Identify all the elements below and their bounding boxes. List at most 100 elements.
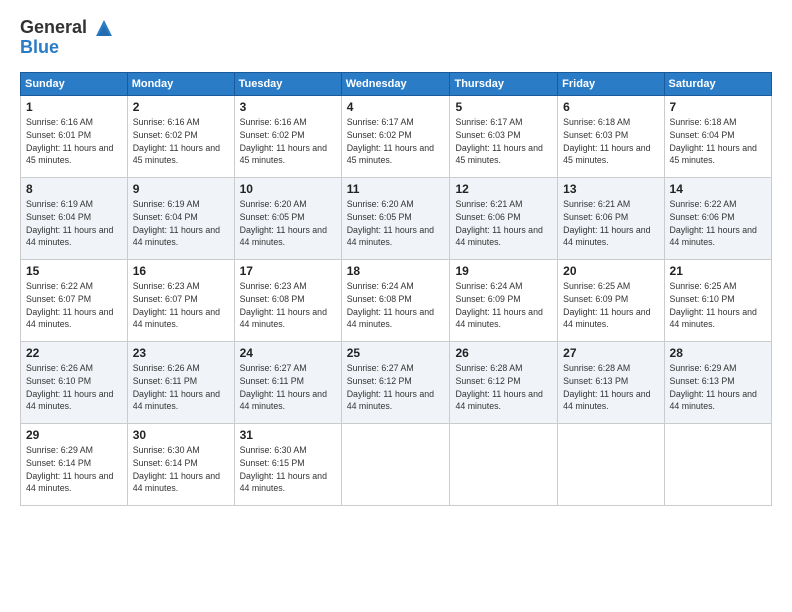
calendar-cell: 24 Sunrise: 6:27 AMSunset: 6:11 PMDayligh… — [234, 342, 341, 424]
day-info: Sunrise: 6:16 AMSunset: 6:02 PMDaylight:… — [240, 116, 336, 167]
calendar-cell — [558, 424, 664, 506]
logo-blue: Blue — [20, 38, 114, 58]
weekday-header-friday: Friday — [558, 73, 664, 96]
day-info: Sunrise: 6:27 AMSunset: 6:12 PMDaylight:… — [347, 362, 445, 413]
day-number: 14 — [670, 182, 766, 196]
day-info: Sunrise: 6:22 AMSunset: 6:06 PMDaylight:… — [670, 198, 766, 249]
day-number: 30 — [133, 428, 229, 442]
calendar-header-row: SundayMondayTuesdayWednesdayThursdayFrid… — [21, 73, 772, 96]
calendar-cell: 5 Sunrise: 6:17 AMSunset: 6:03 PMDaylight… — [450, 96, 558, 178]
day-info: Sunrise: 6:29 AMSunset: 6:14 PMDaylight:… — [26, 444, 122, 495]
day-number: 4 — [347, 100, 445, 114]
day-number: 21 — [670, 264, 766, 278]
logo-icon — [94, 18, 114, 38]
day-number: 31 — [240, 428, 336, 442]
page-container: General Blue SundayMondayTuesdayWednesda… — [0, 0, 792, 516]
day-info: Sunrise: 6:17 AMSunset: 6:02 PMDaylight:… — [347, 116, 445, 167]
day-info: Sunrise: 6:16 AMSunset: 6:02 PMDaylight:… — [133, 116, 229, 167]
day-number: 12 — [455, 182, 552, 196]
day-info: Sunrise: 6:25 AMSunset: 6:10 PMDaylight:… — [670, 280, 766, 331]
calendar-cell: 22Sunrise: 6:26 AMSunset: 6:10 PMDayligh… — [21, 342, 128, 424]
day-info: Sunrise: 6:28 AMSunset: 6:13 PMDaylight:… — [563, 362, 658, 413]
calendar-cell: 8Sunrise: 6:19 AMSunset: 6:04 PMDaylight… — [21, 178, 128, 260]
calendar-week-5: 29 Sunrise: 6:29 AMSunset: 6:14 PMDayligh… — [21, 424, 772, 506]
calendar-cell: 28 Sunrise: 6:29 AMSunset: 6:13 PMDayligh… — [664, 342, 771, 424]
calendar-cell — [664, 424, 771, 506]
calendar-cell: 27 Sunrise: 6:28 AMSunset: 6:13 PMDayligh… — [558, 342, 664, 424]
day-info: Sunrise: 6:28 AMSunset: 6:12 PMDaylight:… — [455, 362, 552, 413]
weekday-header-sunday: Sunday — [21, 73, 128, 96]
logo-general: General — [20, 17, 87, 37]
calendar-table: SundayMondayTuesdayWednesdayThursdayFrid… — [20, 72, 772, 506]
calendar-cell: 11Sunrise: 6:20 AMSunset: 6:05 PMDayligh… — [341, 178, 450, 260]
day-info: Sunrise: 6:23 AMSunset: 6:08 PMDaylight:… — [240, 280, 336, 331]
calendar-cell: 13 Sunrise: 6:21 AMSunset: 6:06 PMDayligh… — [558, 178, 664, 260]
day-number: 2 — [133, 100, 229, 114]
calendar-cell: 17 Sunrise: 6:23 AMSunset: 6:08 PMDayligh… — [234, 260, 341, 342]
day-number: 18 — [347, 264, 445, 278]
calendar-week-1: 1Sunrise: 6:16 AMSunset: 6:01 PMDaylight… — [21, 96, 772, 178]
day-number: 9 — [133, 182, 229, 196]
calendar-week-3: 15 Sunrise: 6:22 AMSunset: 6:07 PMDayligh… — [21, 260, 772, 342]
day-number: 5 — [455, 100, 552, 114]
day-info: Sunrise: 6:19 AMSunset: 6:04 PMDaylight:… — [133, 198, 229, 249]
day-number: 29 — [26, 428, 122, 442]
day-info: Sunrise: 6:25 AMSunset: 6:09 PMDaylight:… — [563, 280, 658, 331]
calendar-week-2: 8Sunrise: 6:19 AMSunset: 6:04 PMDaylight… — [21, 178, 772, 260]
calendar-cell: 23Sunrise: 6:26 AMSunset: 6:11 PMDayligh… — [127, 342, 234, 424]
day-info: Sunrise: 6:24 AMSunset: 6:09 PMDaylight:… — [455, 280, 552, 331]
day-info: Sunrise: 6:27 AMSunset: 6:11 PMDaylight:… — [240, 362, 336, 413]
day-number: 15 — [26, 264, 122, 278]
day-number: 17 — [240, 264, 336, 278]
day-info: Sunrise: 6:16 AMSunset: 6:01 PMDaylight:… — [26, 116, 122, 167]
calendar-cell: 1Sunrise: 6:16 AMSunset: 6:01 PMDaylight… — [21, 96, 128, 178]
day-info: Sunrise: 6:23 AMSunset: 6:07 PMDaylight:… — [133, 280, 229, 331]
calendar-cell: 10 Sunrise: 6:20 AMSunset: 6:05 PMDayligh… — [234, 178, 341, 260]
day-info: Sunrise: 6:26 AMSunset: 6:10 PMDaylight:… — [26, 362, 122, 413]
page-header: General Blue — [20, 18, 772, 58]
calendar-cell: 30 Sunrise: 6:30 AMSunset: 6:14 PMDayligh… — [127, 424, 234, 506]
day-info: Sunrise: 6:22 AMSunset: 6:07 PMDaylight:… — [26, 280, 122, 331]
day-info: Sunrise: 6:30 AMSunset: 6:14 PMDaylight:… — [133, 444, 229, 495]
calendar-cell: 16Sunrise: 6:23 AMSunset: 6:07 PMDayligh… — [127, 260, 234, 342]
calendar-cell: 29 Sunrise: 6:29 AMSunset: 6:14 PMDayligh… — [21, 424, 128, 506]
day-number: 3 — [240, 100, 336, 114]
day-info: Sunrise: 6:19 AMSunset: 6:04 PMDaylight:… — [26, 198, 122, 249]
day-number: 26 — [455, 346, 552, 360]
day-info: Sunrise: 6:20 AMSunset: 6:05 PMDaylight:… — [240, 198, 336, 249]
calendar-cell: 18 Sunrise: 6:24 AMSunset: 6:08 PMDayligh… — [341, 260, 450, 342]
day-number: 24 — [240, 346, 336, 360]
day-info: Sunrise: 6:20 AMSunset: 6:05 PMDaylight:… — [347, 198, 445, 249]
calendar-cell: 14 Sunrise: 6:22 AMSunset: 6:06 PMDayligh… — [664, 178, 771, 260]
day-number: 19 — [455, 264, 552, 278]
calendar-cell: 4 Sunrise: 6:17 AMSunset: 6:02 PMDaylight… — [341, 96, 450, 178]
day-number: 13 — [563, 182, 658, 196]
calendar-cell: 21 Sunrise: 6:25 AMSunset: 6:10 PMDayligh… — [664, 260, 771, 342]
day-number: 20 — [563, 264, 658, 278]
weekday-header-wednesday: Wednesday — [341, 73, 450, 96]
day-number: 27 — [563, 346, 658, 360]
calendar-cell: 3 Sunrise: 6:16 AMSunset: 6:02 PMDaylight… — [234, 96, 341, 178]
day-number: 28 — [670, 346, 766, 360]
calendar-cell — [450, 424, 558, 506]
calendar-cell: 12 Sunrise: 6:21 AMSunset: 6:06 PMDayligh… — [450, 178, 558, 260]
logo: General Blue — [20, 18, 114, 58]
day-number: 10 — [240, 182, 336, 196]
calendar-cell — [341, 424, 450, 506]
day-info: Sunrise: 6:24 AMSunset: 6:08 PMDaylight:… — [347, 280, 445, 331]
day-info: Sunrise: 6:18 AMSunset: 6:03 PMDaylight:… — [563, 116, 658, 167]
day-number: 7 — [670, 100, 766, 114]
day-info: Sunrise: 6:29 AMSunset: 6:13 PMDaylight:… — [670, 362, 766, 413]
calendar-cell: 15 Sunrise: 6:22 AMSunset: 6:07 PMDayligh… — [21, 260, 128, 342]
calendar-cell: 6Sunrise: 6:18 AMSunset: 6:03 PMDaylight… — [558, 96, 664, 178]
calendar-cell: 9 Sunrise: 6:19 AMSunset: 6:04 PMDaylight… — [127, 178, 234, 260]
calendar-week-4: 22Sunrise: 6:26 AMSunset: 6:10 PMDayligh… — [21, 342, 772, 424]
day-info: Sunrise: 6:21 AMSunset: 6:06 PMDaylight:… — [563, 198, 658, 249]
calendar-cell: 26 Sunrise: 6:28 AMSunset: 6:12 PMDayligh… — [450, 342, 558, 424]
calendar-cell: 19 Sunrise: 6:24 AMSunset: 6:09 PMDayligh… — [450, 260, 558, 342]
day-info: Sunrise: 6:17 AMSunset: 6:03 PMDaylight:… — [455, 116, 552, 167]
calendar-cell: 20 Sunrise: 6:25 AMSunset: 6:09 PMDayligh… — [558, 260, 664, 342]
day-info: Sunrise: 6:21 AMSunset: 6:06 PMDaylight:… — [455, 198, 552, 249]
weekday-header-tuesday: Tuesday — [234, 73, 341, 96]
day-info: Sunrise: 6:18 AMSunset: 6:04 PMDaylight:… — [670, 116, 766, 167]
